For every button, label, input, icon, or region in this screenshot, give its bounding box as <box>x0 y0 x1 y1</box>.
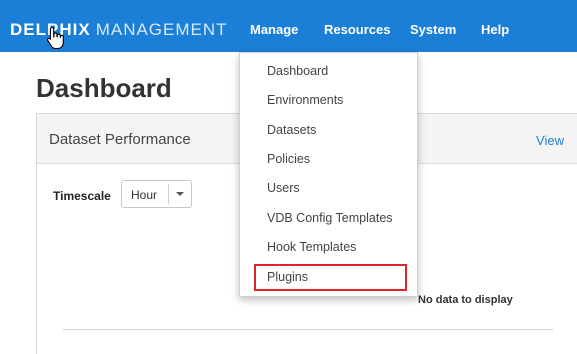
menu-item-datasets[interactable]: Datasets <box>267 123 316 137</box>
nav-manage[interactable]: Manage <box>250 22 298 37</box>
timescale-value: Hour <box>131 188 158 202</box>
page-title: Dashboard <box>36 73 172 103</box>
timescale-select[interactable]: Hour <box>121 180 192 208</box>
menu-item-users[interactable]: Users <box>267 181 300 195</box>
menu-item-dashboard[interactable]: Dashboard <box>267 64 328 78</box>
top-navbar: DELPHIXMANAGEMENT Manage Resources Syste… <box>0 0 577 52</box>
brand-subtitle: MANAGEMENT <box>95 20 228 39</box>
chart-baseline <box>63 329 553 330</box>
menu-item-hook-templates[interactable]: Hook Templates <box>267 240 356 254</box>
nav-system[interactable]: System <box>410 22 456 37</box>
menu-item-policies[interactable]: Policies <box>267 152 310 166</box>
empty-chart-message: No data to display <box>418 294 513 306</box>
view-link[interactable]: View <box>536 133 564 148</box>
plugins-highlight-box <box>254 264 407 291</box>
menu-item-environments[interactable]: Environments <box>267 93 343 107</box>
nav-help[interactable]: Help <box>481 22 509 37</box>
timescale-label: Timescale <box>53 189 111 203</box>
hand-pointer-icon <box>46 26 64 50</box>
brand-logo[interactable]: DELPHIXMANAGEMENT <box>10 20 228 40</box>
nav-resources[interactable]: Resources <box>324 22 390 37</box>
select-divider <box>168 184 169 204</box>
panel-title: Dataset Performance <box>49 131 191 148</box>
menu-item-vdb-config-templates[interactable]: VDB Config Templates <box>267 211 393 225</box>
manage-dropdown-menu: Dashboard Environments Datasets Policies… <box>239 52 418 297</box>
caret-down-icon[interactable] <box>176 192 184 196</box>
